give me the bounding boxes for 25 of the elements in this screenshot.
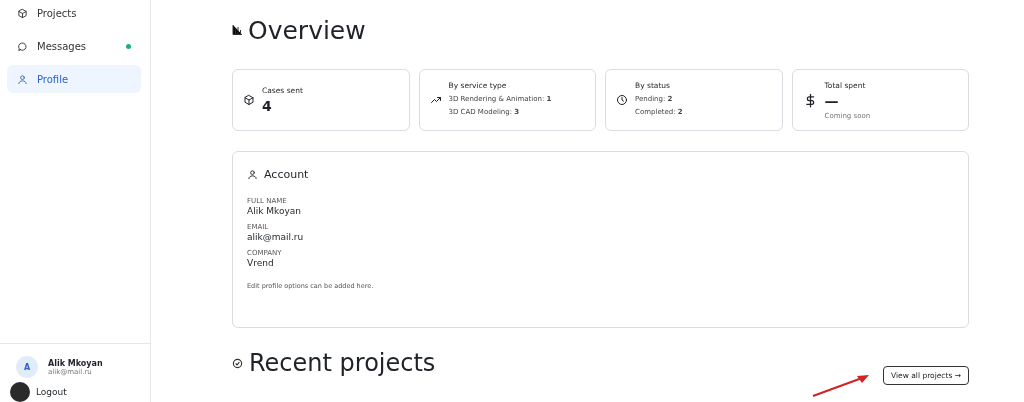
user-icon (17, 73, 28, 85)
account-title: Account (264, 168, 309, 181)
logout-link[interactable]: Logout (36, 387, 67, 397)
field-value: Alik Mkoyan (247, 206, 302, 216)
logout-avatar (10, 382, 30, 402)
annotation-arrow (812, 374, 870, 398)
page-title: Overview (248, 15, 366, 45)
sidebar-item[interactable]: Messages (7, 32, 141, 60)
clock-icon (616, 94, 628, 106)
box-icon (17, 7, 28, 19)
sidebar-item[interactable]: Profile (7, 65, 141, 93)
field-value: alik@mail.ru (247, 232, 305, 242)
user-name: Alik Mkoyan (48, 358, 103, 368)
bar-chart-icon (232, 25, 242, 35)
check-circle-icon (232, 357, 243, 369)
stat-value: — (824, 92, 840, 109)
field-value: Vrend (247, 258, 275, 268)
trend-up-icon (429, 94, 442, 106)
section-title: Recent projects (249, 349, 436, 377)
user-avatar: A (16, 356, 38, 378)
box-icon (243, 94, 255, 106)
user-icon (247, 169, 258, 180)
sidebar-item[interactable]: Projects (7, 0, 141, 27)
stat-value: 4 (262, 98, 273, 114)
chat-bubble-icon (17, 40, 28, 52)
